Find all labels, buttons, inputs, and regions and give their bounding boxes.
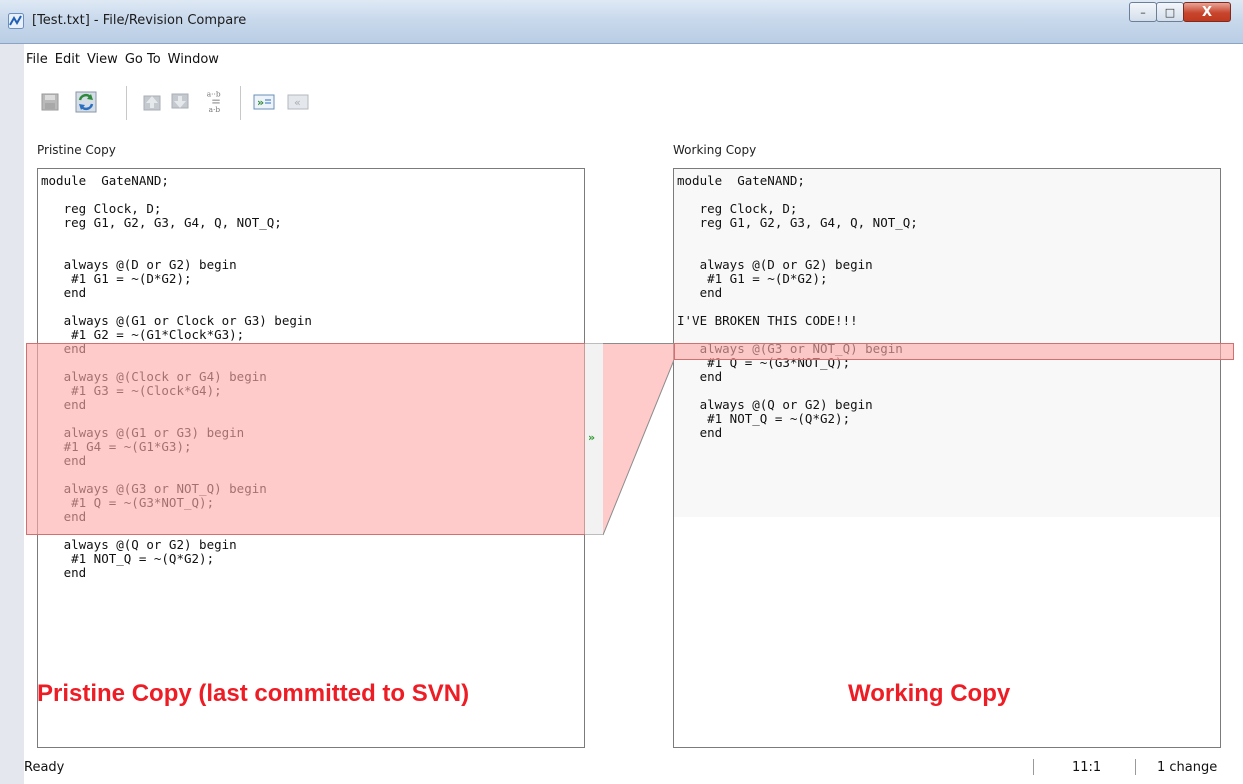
- toolbar-separator: [240, 86, 241, 120]
- save-icon: [41, 93, 59, 111]
- code-line: module GateNAND;: [41, 173, 169, 188]
- status-separator: [1033, 759, 1034, 775]
- code-line: reg Clock, D;: [677, 201, 798, 216]
- code-line: end: [677, 369, 723, 384]
- code-line: always @(D or G2) begin: [677, 257, 873, 272]
- status-bar: Ready 11:1 1 change: [24, 754, 1243, 784]
- code-line: always @(G1 or Clock or G3) begin: [41, 313, 312, 328]
- code-line: #1 G1 = ~(D*G2);: [41, 271, 192, 286]
- svg-text:»: »: [257, 96, 264, 109]
- code-line: end: [677, 425, 723, 440]
- code-line: always @(D or G2) begin: [41, 257, 237, 272]
- change-count: 1 change: [1157, 760, 1218, 775]
- title-bar: [Test.txt] - File/Revision Compare – □ X: [0, 0, 1243, 44]
- code-line: always @(Q or G2) begin: [677, 397, 873, 412]
- window-title: [Test.txt] - File/Revision Compare: [32, 13, 247, 28]
- changed-line-highlight: [674, 343, 1234, 360]
- working-copy-annotation: Working Copy: [848, 680, 1011, 707]
- code-line: #1 G2 = ~(G1*Clock*G3);: [41, 327, 245, 342]
- code-line: end: [41, 565, 87, 580]
- app-logo-icon: [8, 13, 24, 29]
- code-line: end: [41, 285, 87, 300]
- menu-file[interactable]: File: [26, 52, 48, 67]
- refresh-button[interactable]: [74, 90, 98, 114]
- copy-left-button[interactable]: «: [286, 90, 310, 114]
- next-change-button[interactable]: [168, 90, 192, 114]
- minimize-button[interactable]: –: [1129, 2, 1157, 22]
- close-icon: X: [1201, 4, 1213, 20]
- copy-change-right-arrow[interactable]: »: [588, 431, 595, 444]
- next-change-icon: [171, 93, 189, 109]
- svg-text:«: «: [294, 96, 301, 109]
- refresh-swap-icon: [75, 91, 97, 113]
- window-left-edge: [0, 44, 24, 784]
- code-line: reg G1, G2, G3, G4, Q, NOT_Q;: [41, 215, 282, 230]
- code-line: #1 NOT_Q = ~(Q*G2);: [677, 411, 851, 426]
- menu-edit[interactable]: Edit: [55, 52, 80, 67]
- close-button[interactable]: X: [1183, 2, 1231, 22]
- maximize-button[interactable]: □: [1156, 2, 1184, 22]
- previous-change-button[interactable]: [140, 90, 164, 114]
- working-copy-pane[interactable]: module GateNAND; reg Clock, D; reg G1, G…: [673, 168, 1221, 748]
- copy-left-icon: «: [287, 94, 309, 110]
- code-line: end: [677, 285, 723, 300]
- status-separator: [1135, 759, 1136, 775]
- svg-text:a·b: a·b: [209, 105, 221, 114]
- compare-options-button[interactable]: a··b a·b: [204, 89, 228, 114]
- compare-options-icon: a··b a·b: [207, 89, 221, 114]
- copy-right-button[interactable]: »: [252, 90, 276, 114]
- working-copy-label: Working Copy: [673, 143, 757, 157]
- code-line: reg G1, G2, G3, G4, Q, NOT_Q;: [677, 215, 918, 230]
- minimize-icon: –: [1140, 5, 1146, 19]
- code-line: #1 NOT_Q = ~(Q*G2);: [41, 551, 215, 566]
- pristine-copy-label: Pristine Copy: [37, 143, 116, 157]
- save-button[interactable]: [38, 90, 62, 114]
- toolbar-separator: [126, 86, 127, 120]
- cursor-position: 11:1: [1072, 760, 1102, 775]
- menu-goto[interactable]: Go To: [125, 52, 161, 67]
- deleted-block-highlight: [26, 343, 586, 535]
- copy-right-icon: »: [253, 94, 275, 110]
- code-line: reg Clock, D;: [41, 201, 162, 216]
- code-line: module GateNAND;: [677, 173, 805, 188]
- code-line: I'VE BROKEN THIS CODE!!!: [677, 313, 858, 328]
- maximize-icon: □: [1164, 5, 1176, 19]
- menu-window[interactable]: Window: [168, 52, 219, 67]
- svg-text:a··b: a··b: [207, 89, 221, 98]
- code-line: #1 G1 = ~(D*G2);: [677, 271, 828, 286]
- pristine-copy-annotation: Pristine Copy (last committed to SVN): [37, 680, 470, 707]
- menu-bar: File Edit View Go To Window: [24, 48, 1243, 70]
- toolbar: a··b a·b » «: [24, 72, 1243, 140]
- code-line: always @(Q or G2) begin: [41, 537, 237, 552]
- status-ready: Ready: [24, 760, 65, 775]
- diff-connector: [603, 343, 674, 536]
- menu-view[interactable]: View: [87, 52, 118, 67]
- previous-change-icon: [143, 95, 161, 111]
- window-controls: – □ X: [1129, 2, 1231, 22]
